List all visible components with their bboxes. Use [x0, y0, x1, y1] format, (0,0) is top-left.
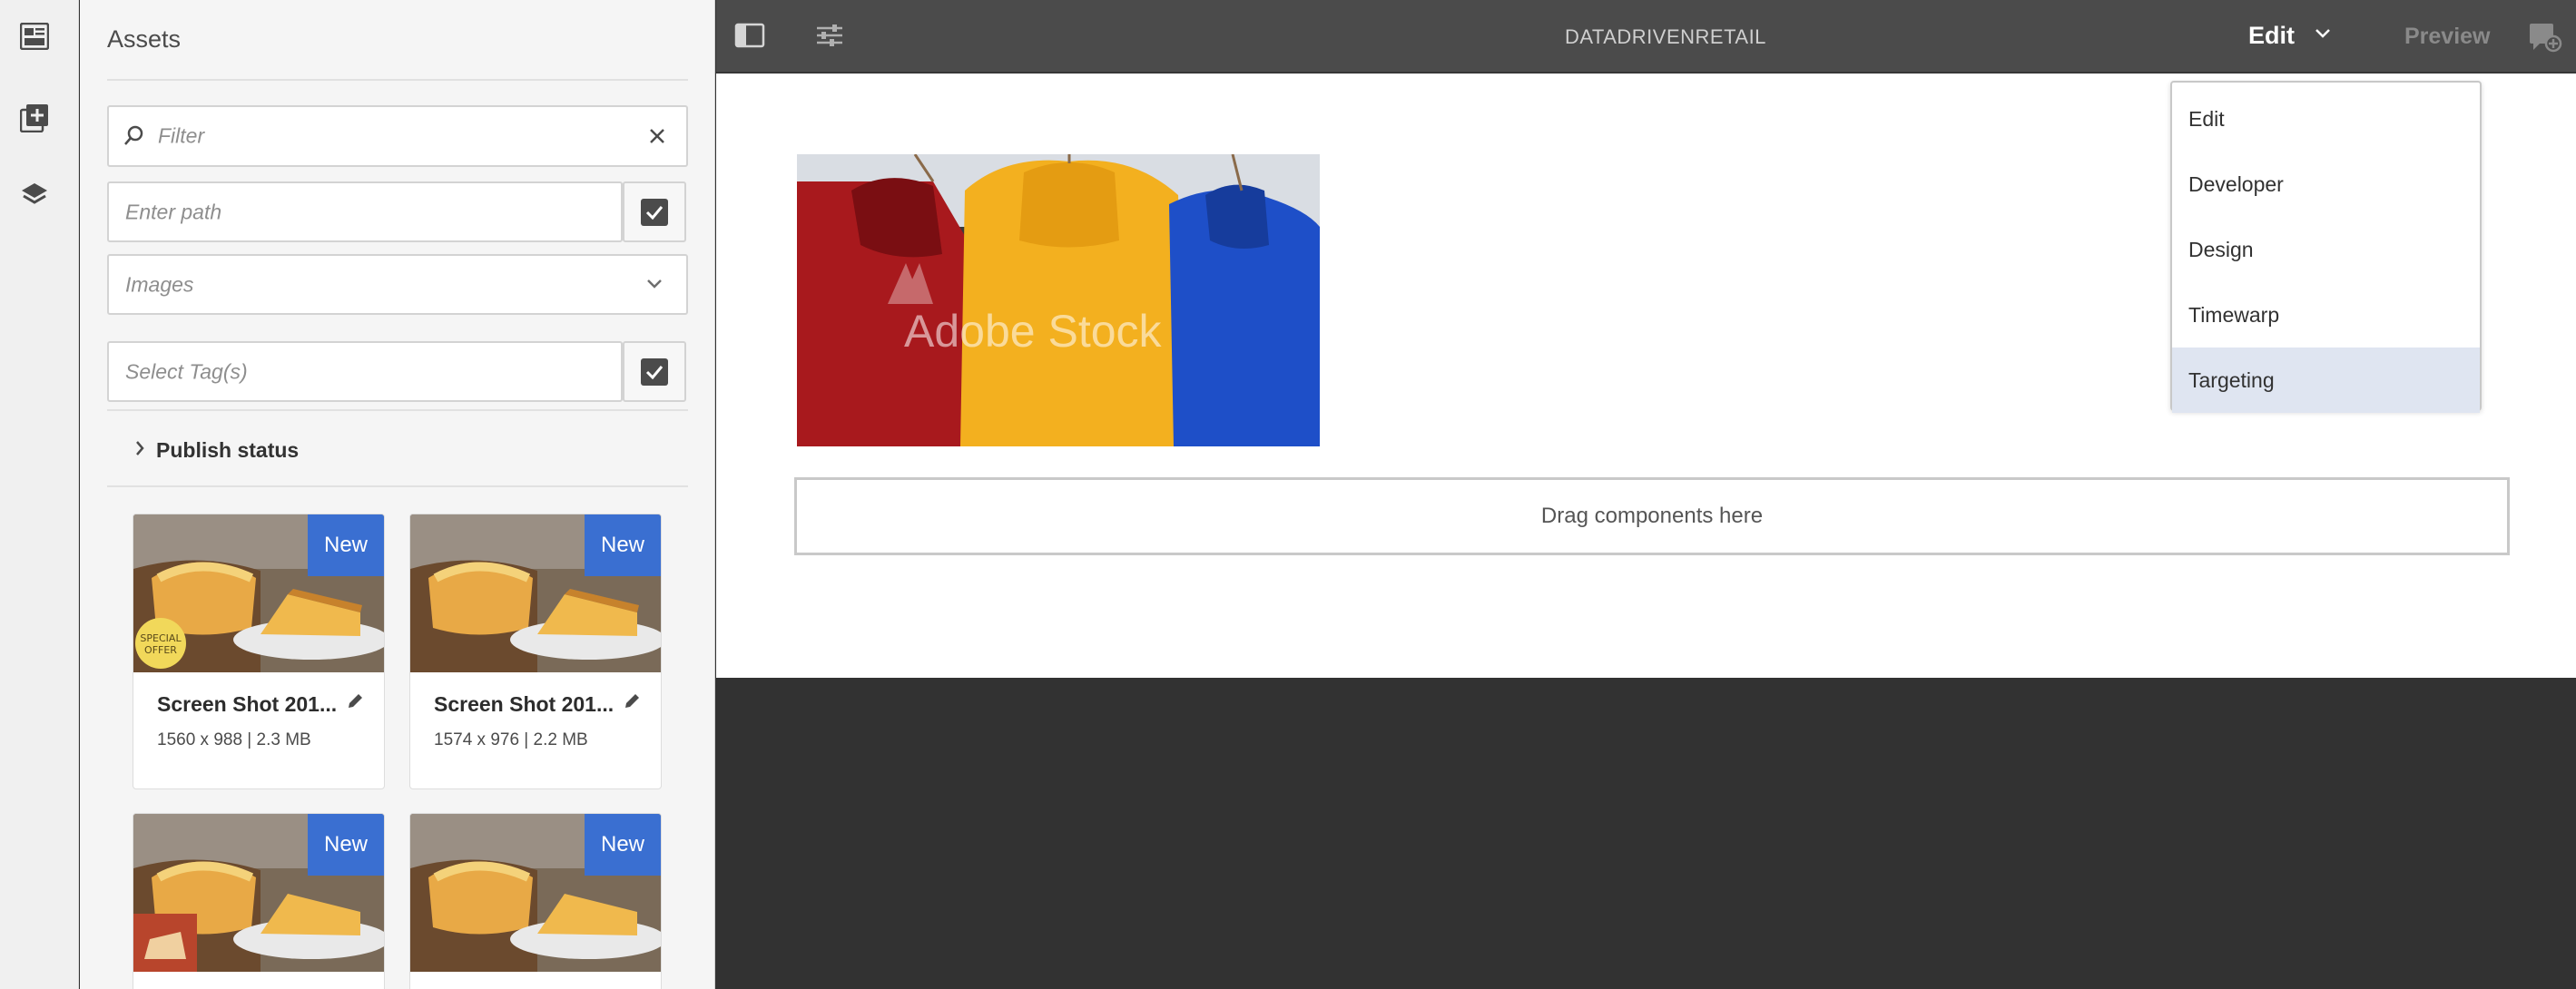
filter-input[interactable]: Filter [107, 105, 688, 167]
chevron-right-icon [134, 440, 145, 461]
new-badge: New [308, 814, 384, 876]
add-component-icon[interactable] [16, 100, 53, 136]
asset-type-value: Images [125, 272, 194, 296]
publish-status-label: Publish status [156, 437, 300, 462]
assets-panel: Assets Filter Enter path Images Select T… [80, 0, 715, 989]
asset-card[interactable]: New [133, 813, 385, 989]
toggle-side-panel-icon[interactable] [734, 22, 765, 54]
new-badge: New [308, 514, 384, 576]
asset-thumbnail: New [133, 814, 384, 972]
drag-components-dropzone[interactable]: Drag components here [794, 477, 2510, 555]
content-tree-layers-icon[interactable] [16, 177, 53, 213]
chevron-down-icon[interactable] [2315, 27, 2331, 44]
tags-select-button[interactable] [623, 341, 686, 402]
mode-selector-button[interactable]: Edit [2248, 22, 2295, 50]
hoodies-image[interactable]: Adobe Stock [797, 154, 1320, 446]
menu-item-design[interactable]: Design [2172, 217, 2480, 282]
asset-meta: 1560 x 988 | 2.3 MB [157, 730, 311, 749]
asset-meta: 1574 x 976 | 2.2 MB [434, 730, 588, 749]
panel-title: Assets [107, 25, 182, 53]
asset-thumbnail: New [410, 514, 661, 672]
asset-thumbnail: SPECIAL OFFER New [133, 514, 384, 672]
new-badge: New [585, 514, 661, 576]
asset-name: Screen Shot 201... [434, 692, 615, 716]
asset-card[interactable]: New [409, 813, 662, 989]
chevron-down-icon [646, 278, 663, 294]
path-placeholder: Enter path [125, 200, 222, 223]
divider [107, 79, 688, 81]
new-badge: New [585, 814, 661, 876]
editor-toolbar: DATADRIVENRETAIL Edit Preview [716, 0, 2576, 73]
divider [107, 485, 688, 487]
publish-status-toggle[interactable]: Publish status [134, 434, 299, 466]
asset-card[interactable]: New Screen Shot 201... 1574 x 976 | 2.2 … [409, 514, 662, 789]
search-icon [123, 125, 143, 152]
mode-menu: Edit Developer Design Timewarp Targeting [2170, 81, 2482, 413]
menu-item-targeting[interactable]: Targeting [2172, 348, 2480, 413]
preview-button[interactable]: Preview [2404, 24, 2491, 50]
checkmark-icon [641, 198, 668, 226]
menu-item-edit[interactable]: Edit [2172, 86, 2480, 152]
filter-placeholder: Filter [158, 123, 205, 148]
svg-text:SPECIAL: SPECIAL [140, 632, 182, 644]
stock-watermark: Adobe Stock [904, 306, 1162, 357]
svg-text:OFFER: OFFER [144, 644, 177, 656]
annotations-icon[interactable] [2528, 22, 2562, 57]
pencil-edit-icon[interactable] [623, 692, 641, 715]
divider [107, 409, 688, 411]
side-rail [0, 0, 79, 989]
page-properties-sliders-icon[interactable] [814, 22, 845, 54]
page-title: DATADRIVENRETAIL [1565, 25, 1766, 48]
menu-item-developer[interactable]: Developer [2172, 152, 2480, 217]
path-select-button[interactable] [623, 181, 686, 242]
asset-thumbnail: New [410, 814, 661, 972]
clear-filter-icon[interactable] [648, 127, 666, 150]
checkmark-icon [641, 357, 668, 386]
tags-input[interactable]: Select Tag(s) [107, 341, 623, 402]
asset-name: Screen Shot 201... [157, 692, 338, 716]
assets-browser-icon[interactable] [16, 18, 53, 54]
path-input[interactable]: Enter path [107, 181, 623, 242]
asset-card[interactable]: SPECIAL OFFER New Screen Shot 201... 156… [133, 514, 385, 789]
editor-window: Assets Filter Enter path Images Select T… [0, 0, 2576, 989]
tags-placeholder: Select Tag(s) [125, 359, 248, 383]
asset-type-select[interactable]: Images [107, 254, 688, 315]
menu-item-timewarp[interactable]: Timewarp [2172, 282, 2480, 348]
pencil-edit-icon[interactable] [346, 692, 364, 715]
